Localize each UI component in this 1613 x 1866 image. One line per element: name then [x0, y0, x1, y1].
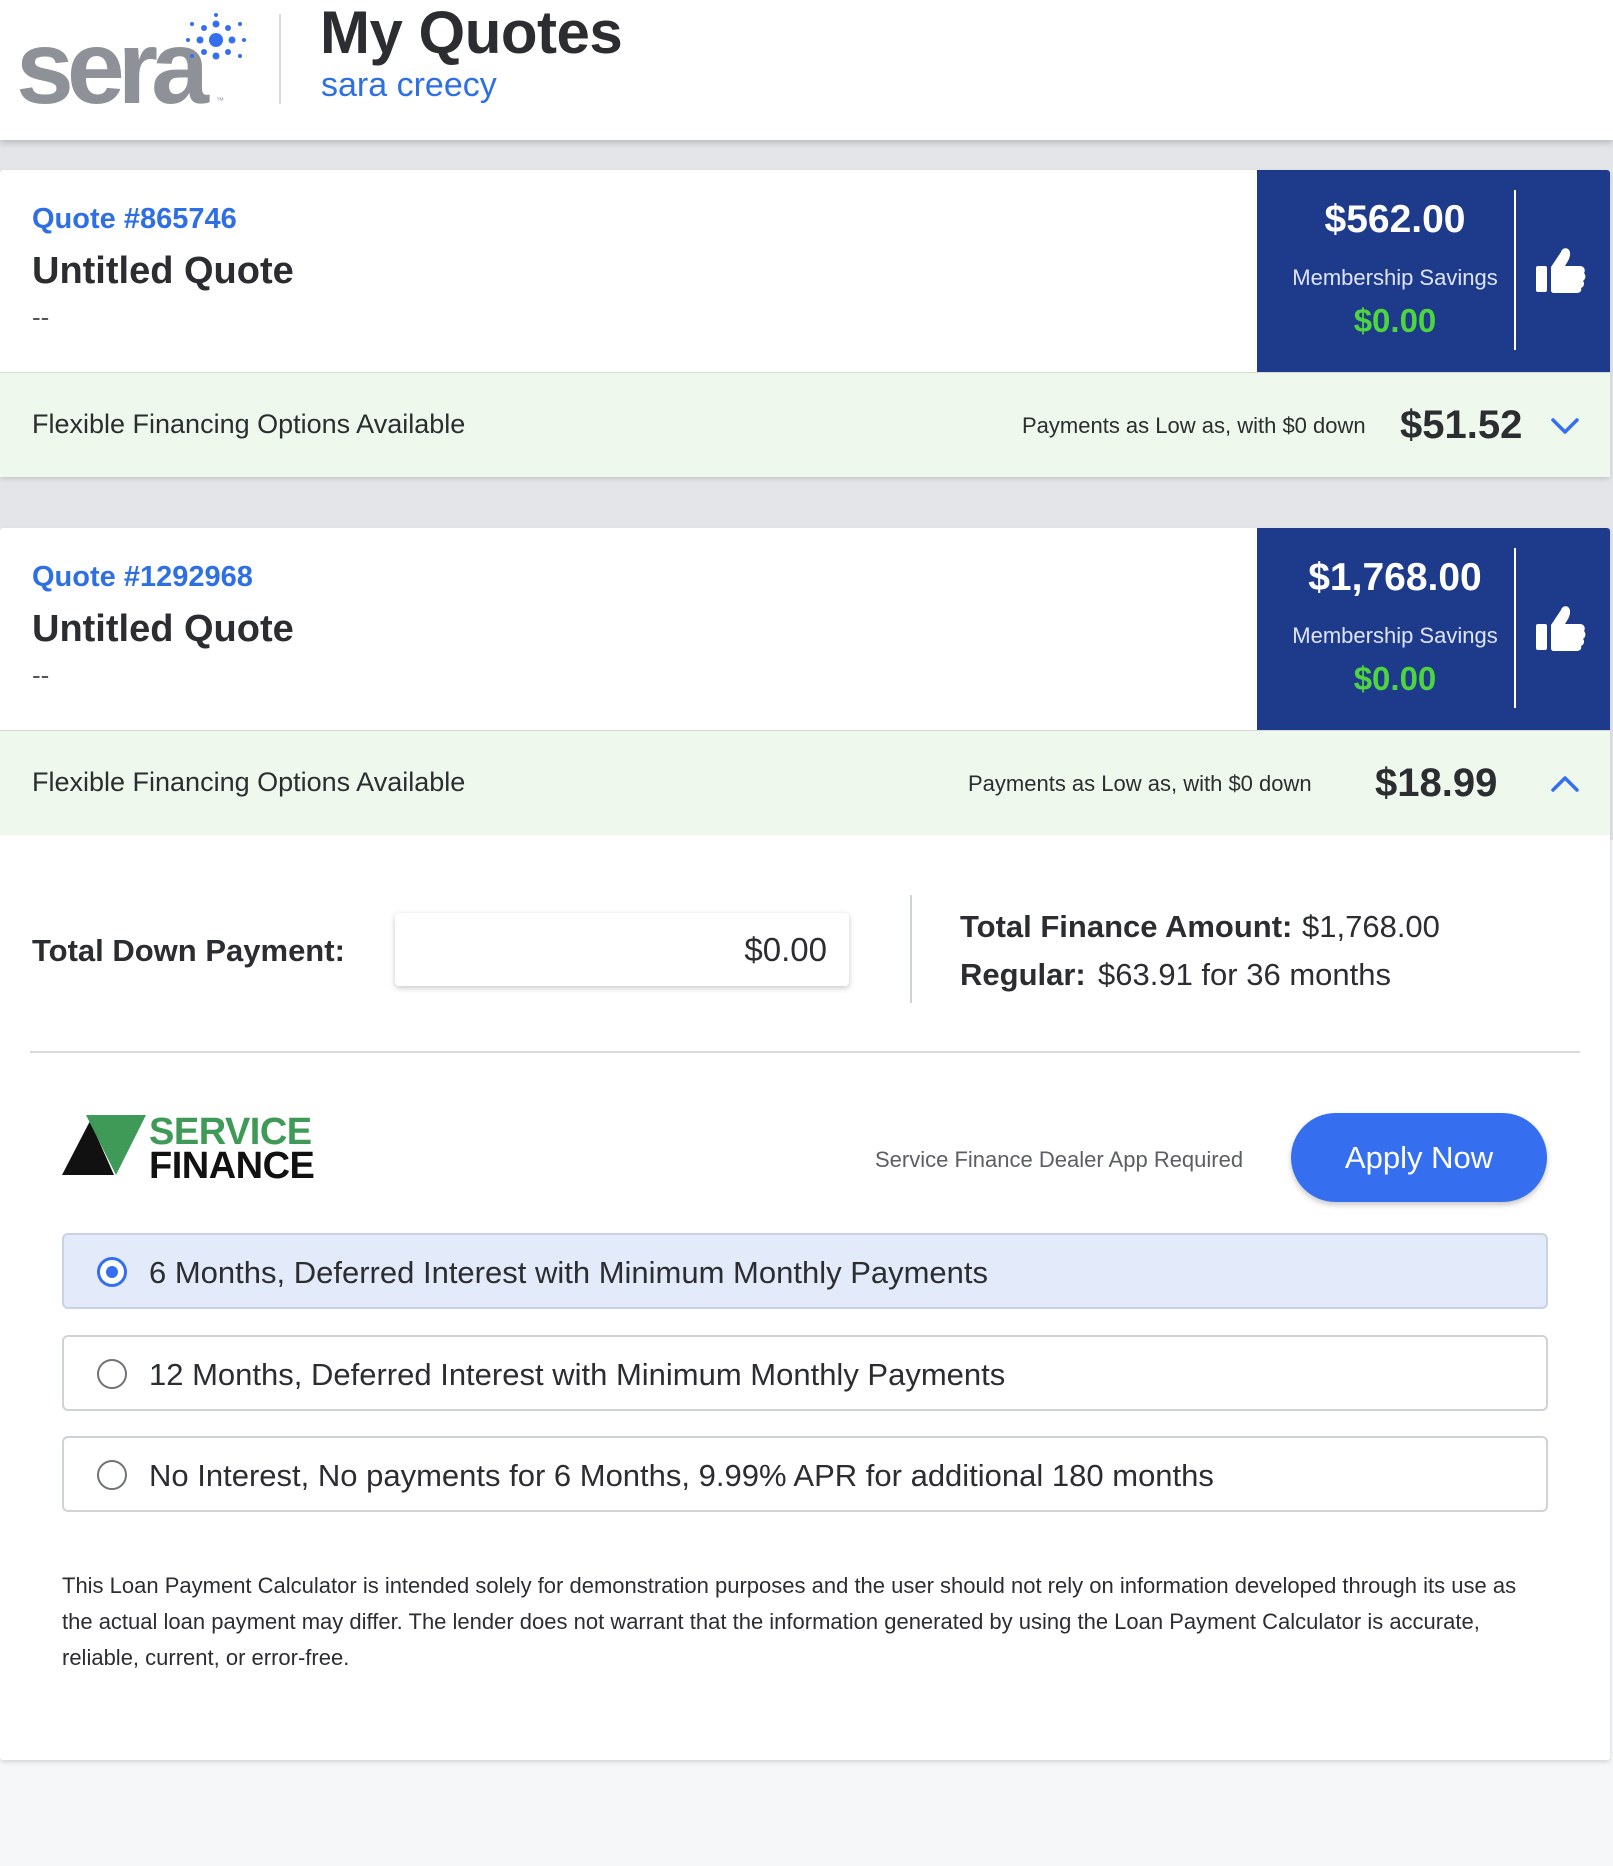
financing-option-no-interest[interactable]: No Interest, No payments for 6 Months, 9… [62, 1436, 1548, 1512]
financing-payments-text: Payments as Low as, with $0 down [1022, 413, 1366, 438]
quote-description: -- [32, 302, 50, 332]
logo-sparkle-icon [186, 13, 246, 60]
price-panel-divider [1514, 548, 1516, 708]
membership-savings-value: $0.00 [1353, 660, 1437, 697]
quote-card: Quote #865746 Untitled Quote -- $562.00 … [0, 170, 1610, 477]
radio-unselected[interactable] [97, 1460, 127, 1490]
financing-label: Flexible Financing Options Available [32, 767, 466, 797]
financing-calculator: Total Down Payment: Total Finance Amount… [0, 835, 1610, 1760]
user-name[interactable]: sara creecy [321, 66, 497, 105]
calculator-divider [910, 895, 912, 1003]
thumbs-up-icon[interactable] [1534, 604, 1586, 652]
radio-unselected[interactable] [97, 1359, 127, 1389]
sera-logo[interactable]: sera ™ [16, 12, 246, 120]
service-finance-mark-icon [62, 1115, 146, 1175]
logo-wordmark: sera [16, 10, 209, 126]
financing-option-6-months[interactable]: 6 Months, Deferred Interest with Minimum… [62, 1233, 1548, 1309]
membership-savings-value: $0.00 [1353, 302, 1437, 339]
quote-card: Quote #1292968 Untitled Quote -- $1,768.… [0, 528, 1610, 1760]
quote-description: -- [32, 660, 50, 690]
financing-row[interactable]: Flexible Financing Options Available Pay… [0, 372, 1610, 477]
regular-payment-label: Regular: [960, 957, 1086, 992]
quote-number[interactable]: Quote #1292968 [32, 561, 253, 594]
quote-price: $562.00 [1324, 198, 1466, 241]
quote-number[interactable]: Quote #865746 [32, 203, 237, 236]
quote-name: Untitled Quote [32, 608, 294, 650]
quote-name: Untitled Quote [32, 250, 294, 292]
chevron-down-icon[interactable] [1547, 410, 1583, 440]
financing-amount: $18.99 [1375, 761, 1498, 805]
logo-trademark: ™ [216, 96, 224, 105]
service-finance-logo-line2: FINANCE [149, 1145, 315, 1187]
quote-price: $1,768.00 [1308, 556, 1482, 599]
section-divider [30, 1051, 1580, 1053]
membership-savings-label: Membership Savings [1292, 623, 1498, 648]
price-panel: $562.00 Membership Savings $0.00 [1257, 170, 1610, 372]
dealer-app-note: Service Finance Dealer App Required [875, 1147, 1244, 1172]
financing-option-label: No Interest, No payments for 6 Months, 9… [149, 1458, 1214, 1493]
thumbs-up-icon[interactable] [1534, 246, 1586, 294]
calculator-disclaimer: This Loan Payment Calculator is intended… [62, 1573, 1517, 1670]
header-divider [279, 14, 281, 104]
total-finance-label: Total Finance Amount: [960, 909, 1293, 944]
financing-option-label: 12 Months, Deferred Interest with Minimu… [149, 1357, 1006, 1392]
membership-savings-label: Membership Savings [1292, 265, 1498, 290]
chevron-up-icon[interactable] [1547, 768, 1583, 798]
down-payment-label: Total Down Payment: [32, 933, 345, 968]
financing-amount: $51.52 [1400, 403, 1523, 447]
financing-label: Flexible Financing Options Available [32, 409, 466, 439]
price-panel-divider [1514, 190, 1516, 350]
financing-payments-text: Payments as Low as, with $0 down [968, 771, 1312, 796]
quote-summary[interactable]: Quote #865746 Untitled Quote -- [0, 170, 1257, 372]
radio-selected[interactable] [97, 1257, 127, 1287]
regular-payment-value: $63.91 for 36 months [1098, 957, 1391, 992]
financing-option-12-months[interactable]: 12 Months, Deferred Interest with Minimu… [62, 1335, 1548, 1411]
financing-row[interactable]: Flexible Financing Options Available Pay… [0, 730, 1610, 835]
quote-summary[interactable]: Quote #1292968 Untitled Quote -- [0, 528, 1257, 730]
price-panel: $1,768.00 Membership Savings $0.00 [1257, 528, 1610, 730]
service-finance-logo: SERVICE FINANCE [62, 1111, 315, 1187]
app-header: sera ™ My Quotes sara creecy [0, 0, 1613, 140]
financing-option-label: 6 Months, Deferred Interest with Minimum… [149, 1255, 989, 1290]
apply-now-button[interactable]: Apply Now [1291, 1113, 1547, 1202]
down-payment-input[interactable] [395, 913, 849, 986]
page-title: My Quotes [320, 0, 623, 66]
total-finance-value: $1,768.00 [1302, 909, 1440, 944]
